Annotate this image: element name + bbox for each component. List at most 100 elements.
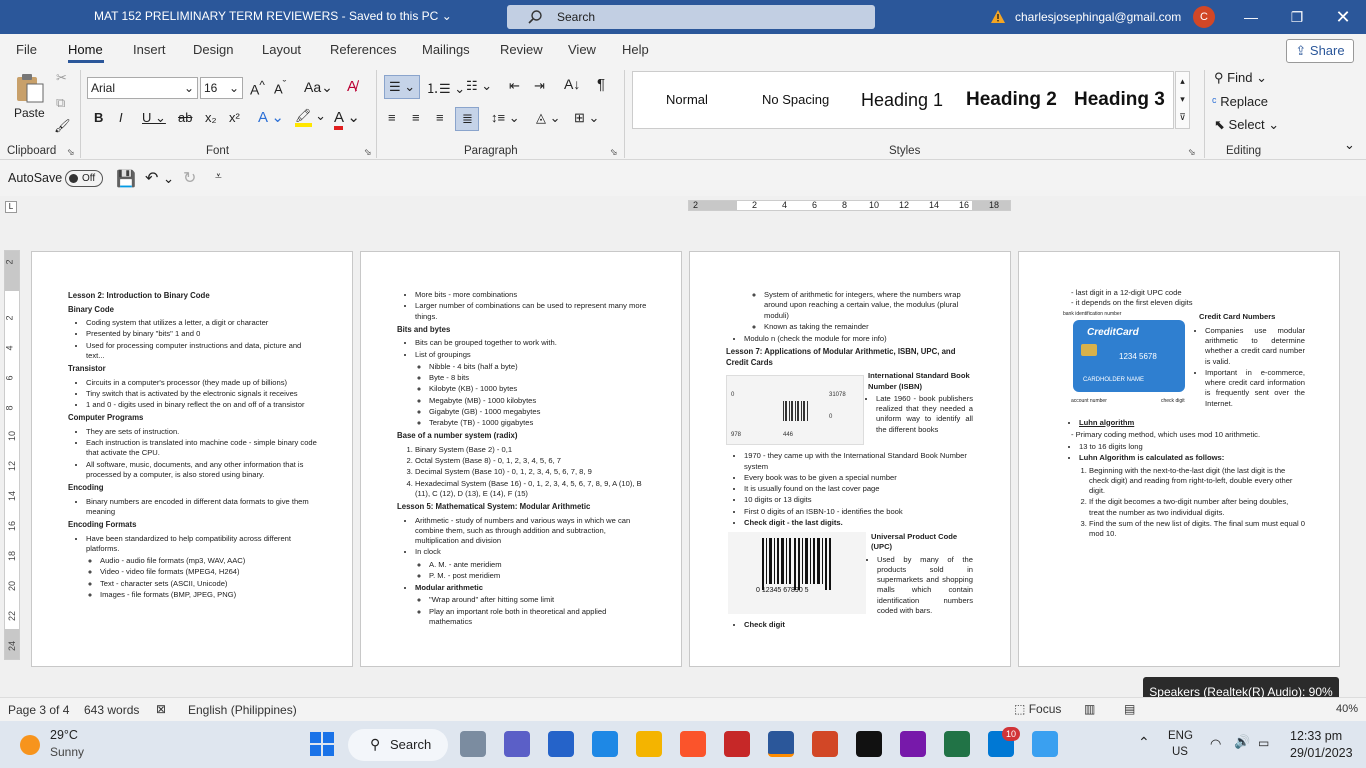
input-language-1[interactable]: ENG <box>1168 730 1193 742</box>
share-button[interactable]: ⇪ Share <box>1286 39 1354 63</box>
increase-indent-icon[interactable]: ⇥ <box>534 78 545 94</box>
weather-icon[interactable] <box>20 735 40 755</box>
shading-icon[interactable]: ◬ ⌄ <box>536 110 561 126</box>
tab-review[interactable]: Review <box>500 42 543 57</box>
proofing-icon[interactable]: ⊠ <box>156 702 166 716</box>
notion-icon[interactable] <box>856 731 882 757</box>
font-color-icon[interactable]: A ⌄ <box>334 108 360 130</box>
brave-icon[interactable] <box>680 731 706 757</box>
warning-icon[interactable] <box>990 9 1006 24</box>
zoom-level[interactable]: 40% <box>1336 703 1358 715</box>
style-heading-1[interactable]: Heading 1 <box>861 90 943 111</box>
collapse-ribbon-icon[interactable]: ⌄ <box>1344 137 1355 153</box>
document-page-1[interactable]: Lesson 2: Introduction to Binary Code Bi… <box>31 251 353 667</box>
onenote-icon[interactable] <box>900 731 926 757</box>
tab-file[interactable]: File <box>16 42 37 57</box>
tab-references[interactable]: References <box>330 42 396 57</box>
change-case-icon[interactable]: Aa⌄ <box>304 79 333 96</box>
avatar[interactable]: C <box>1193 6 1215 28</box>
tab-design[interactable]: Design <box>193 42 233 57</box>
justify-button[interactable]: ≣ <box>455 107 479 131</box>
volume-icon[interactable]: 🔊 <box>1234 734 1250 750</box>
minimize-icon[interactable]: — <box>1228 0 1274 34</box>
mcafee-icon[interactable] <box>724 731 750 757</box>
paste-button[interactable]: Paste <box>14 72 46 120</box>
file-explorer-icon[interactable] <box>636 731 662 757</box>
tab-mailings[interactable]: Mailings <box>422 42 470 57</box>
language-status[interactable]: English (Philippines) <box>188 703 297 717</box>
clock-date[interactable]: 29/01/2023 <box>1290 746 1353 760</box>
decrease-indent-icon[interactable]: ⇤ <box>509 78 520 94</box>
font-size-select[interactable]: 16 ⌄ <box>200 77 243 99</box>
bold-icon[interactable]: B <box>94 110 103 125</box>
borders-icon[interactable]: ⊞ ⌄ <box>574 110 599 126</box>
word-icon[interactable] <box>768 731 794 757</box>
replace-button[interactable]: ᶜ Replace <box>1212 94 1268 109</box>
shrink-font-icon[interactable]: Aˇ <box>274 79 286 96</box>
pilcrow-icon[interactable]: ¶ <box>597 76 605 93</box>
document-page-4[interactable]: - last digit in a 12-digit UPC code - it… <box>1018 251 1340 667</box>
tab-insert[interactable]: Insert <box>133 42 166 57</box>
word-count[interactable]: 643 words <box>84 703 139 717</box>
focus-button[interactable]: ⬚ Focus <box>1014 702 1061 716</box>
page-count[interactable]: Page 3 of 4 <box>8 703 69 717</box>
subscript-icon[interactable]: x₂ <box>205 110 217 125</box>
undo-icon[interactable]: ↶ ⌄ <box>145 168 174 188</box>
underline-icon[interactable]: U ⌄ <box>142 110 166 126</box>
dialog-launcher-icon[interactable]: ⬂ <box>610 147 618 158</box>
superscript-icon[interactable]: x² <box>229 110 240 125</box>
tab-home[interactable]: Home <box>68 42 103 57</box>
cut-icon[interactable]: ✂ <box>56 70 67 86</box>
photos-icon[interactable] <box>1032 731 1058 757</box>
font-name-select[interactable]: Arial ⌄ <box>87 77 198 99</box>
start-icon[interactable] <box>310 732 334 756</box>
find-button[interactable]: ⚲ Find ⌄ <box>1214 70 1267 86</box>
align-right-icon[interactable]: ≡ <box>436 110 444 125</box>
store-icon[interactable] <box>592 731 618 757</box>
clock-time[interactable]: 12:33 pm <box>1290 729 1342 743</box>
format-painter-icon[interactable]: 🖌 <box>54 118 71 134</box>
input-language-2[interactable]: US <box>1172 746 1188 758</box>
horizontal-ruler[interactable]: 2 2 4 6 8 10 12 14 16 18 <box>688 200 1011 211</box>
strikethrough-icon[interactable]: ab <box>178 110 192 125</box>
restore-icon[interactable]: ❐ <box>1274 0 1320 34</box>
teams-icon[interactable] <box>504 731 530 757</box>
highlight-icon[interactable]: 🖍 ⌄ <box>295 108 326 127</box>
dialog-launcher-icon[interactable]: ⬂ <box>67 147 75 158</box>
align-center-icon[interactable]: ≡ <box>412 110 420 125</box>
vertical-ruler[interactable]: 2 2 4 6 8 10 12 14 16 18 20 22 24 <box>4 250 20 660</box>
style-heading-3[interactable]: Heading 3 <box>1074 89 1165 111</box>
weather-desc[interactable]: Sunny <box>50 745 84 759</box>
autosave-toggle[interactable]: Off <box>65 170 103 187</box>
print-layout-icon[interactable]: ▤ <box>1124 702 1135 716</box>
bullets-button[interactable]: ☰ ⌄ <box>384 75 420 99</box>
copy-icon[interactable]: ⧉ <box>56 95 65 111</box>
document-page-2[interactable]: More bits - more combinations Larger num… <box>360 251 682 667</box>
taskbar-search[interactable]: ⚲ Search <box>348 729 448 761</box>
user-email[interactable]: charlesjosephingal@gmail.com <box>1015 10 1181 24</box>
dialog-launcher-icon[interactable]: ⬂ <box>1188 147 1196 158</box>
powerpoint-icon[interactable] <box>812 731 838 757</box>
document-page-3[interactable]: System of arithmetic for integers, where… <box>689 251 1011 667</box>
dialog-launcher-icon[interactable]: ⬂ <box>364 147 372 158</box>
line-spacing-icon[interactable]: ↕≡ ⌄ <box>491 110 520 126</box>
clear-formatting-icon[interactable]: A̸ <box>347 78 357 95</box>
customize-qat-icon[interactable]: ⩡ <box>215 169 222 184</box>
wifi-icon[interactable]: ◠ <box>1210 736 1221 752</box>
search-box[interactable]: Search <box>507 5 875 29</box>
italic-icon[interactable]: I <box>119 110 123 125</box>
tab-selector-icon[interactable]: L <box>5 201 17 213</box>
read-mode-icon[interactable]: ▥ <box>1084 702 1095 716</box>
vmware-icon[interactable] <box>548 731 574 757</box>
style-normal[interactable]: Normal <box>666 92 708 107</box>
tab-view[interactable]: View <box>568 42 596 57</box>
save-icon[interactable]: 💾 <box>116 169 136 189</box>
grow-font-icon[interactable]: A^ <box>250 79 265 98</box>
tab-help[interactable]: Help <box>622 42 649 57</box>
tab-layout[interactable]: Layout <box>262 42 301 57</box>
chevron-up-icon[interactable]: ⌃ <box>1138 734 1150 751</box>
close-icon[interactable]: ✕ <box>1320 0 1366 34</box>
style-no-spacing[interactable]: No Spacing <box>762 92 829 107</box>
document-title[interactable]: MAT 152 PRELIMINARY TERM REVIEWERS - Sav… <box>94 9 452 23</box>
style-heading-2[interactable]: Heading 2 <box>966 89 1057 111</box>
